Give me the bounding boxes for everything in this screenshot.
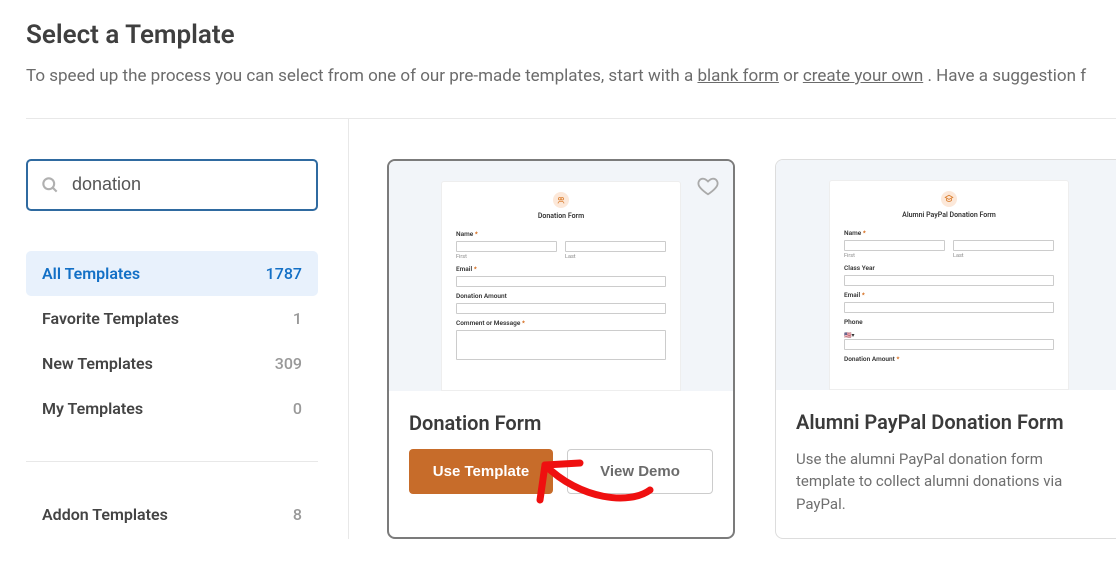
category-count: 1787 bbox=[266, 264, 302, 283]
subtitle-text: . Have a suggestion f bbox=[927, 66, 1086, 86]
preview-label: Phone bbox=[844, 318, 1054, 326]
search-field[interactable] bbox=[26, 159, 318, 211]
category-addon-templates[interactable]: Addon Templates 8 bbox=[26, 492, 318, 537]
category-label: My Templates bbox=[42, 399, 143, 418]
preview-label: Donation Amount bbox=[456, 292, 666, 300]
template-preview: Alumni PayPal Donation Form Name * First… bbox=[776, 160, 1116, 390]
category-new-templates[interactable]: New Templates 309 bbox=[26, 341, 318, 386]
form-logo-icon bbox=[456, 192, 666, 208]
preview-label: Class Year bbox=[844, 264, 1054, 272]
card-body: Alumni PayPal Donation Form Use the alum… bbox=[776, 390, 1116, 538]
sidebar: All Templates 1787 Favorite Templates 1 … bbox=[26, 119, 349, 539]
card-title: Donation Form bbox=[409, 411, 713, 435]
category-label: New Templates bbox=[42, 354, 153, 373]
page-subtitle: To speed up the process you can select f… bbox=[26, 64, 1116, 90]
page-title: Select a Template bbox=[26, 20, 1116, 50]
category-count: 0 bbox=[293, 399, 302, 418]
favorite-icon[interactable] bbox=[697, 175, 719, 197]
addon-list: Addon Templates 8 bbox=[26, 492, 318, 537]
category-label: Addon Templates bbox=[42, 505, 168, 524]
template-gallery: Donation Form Name * First Last bbox=[349, 119, 1116, 539]
main-panel: All Templates 1787 Favorite Templates 1 … bbox=[26, 118, 1116, 539]
preview-label: Comment or Message bbox=[456, 319, 520, 327]
form-preview-mock: Alumni PayPal Donation Form Name * First… bbox=[829, 180, 1069, 390]
category-favorite-templates[interactable]: Favorite Templates 1 bbox=[26, 296, 318, 341]
preview-sublabel: Last bbox=[565, 254, 666, 260]
search-input[interactable] bbox=[60, 174, 316, 195]
template-card-donation-form[interactable]: Donation Form Name * First Last bbox=[387, 159, 735, 539]
form-preview-mock: Donation Form Name * First Last bbox=[441, 181, 681, 391]
template-preview: Donation Form Name * First Last bbox=[389, 161, 733, 391]
category-all-templates[interactable]: All Templates 1787 bbox=[26, 251, 318, 296]
preview-label: Email bbox=[844, 291, 860, 299]
preview-title: Alumni PayPal Donation Form bbox=[844, 211, 1054, 219]
preview-label: Name bbox=[844, 229, 861, 237]
search-icon bbox=[40, 175, 60, 195]
preview-title: Donation Form bbox=[456, 212, 666, 220]
category-my-templates[interactable]: My Templates 0 bbox=[26, 386, 318, 431]
category-label: All Templates bbox=[42, 264, 140, 283]
card-description: Use the alumni PayPal donation form temp… bbox=[796, 448, 1102, 516]
category-count: 1 bbox=[293, 309, 302, 328]
category-count: 8 bbox=[293, 505, 302, 524]
category-list: All Templates 1787 Favorite Templates 1 … bbox=[26, 251, 318, 431]
form-logo-icon bbox=[844, 191, 1054, 207]
use-template-button[interactable]: Use Template bbox=[409, 449, 553, 494]
template-card-alumni-paypal[interactable]: Alumni PayPal Donation Form Name * First… bbox=[775, 159, 1116, 539]
preview-label: Donation Amount bbox=[844, 355, 895, 363]
subtitle-text: To speed up the process you can select f… bbox=[26, 66, 697, 86]
blank-form-link[interactable]: blank form bbox=[697, 66, 778, 86]
preview-sublabel: Last bbox=[953, 253, 1054, 259]
subtitle-text: or bbox=[783, 66, 803, 86]
view-demo-button[interactable]: View Demo bbox=[567, 449, 713, 494]
card-body: Donation Form Use Template View Demo bbox=[389, 391, 733, 537]
card-title: Alumni PayPal Donation Form bbox=[796, 410, 1102, 434]
flag-icon: 🇺🇸▾ bbox=[844, 332, 854, 339]
category-label: Favorite Templates bbox=[42, 309, 179, 328]
sidebar-divider bbox=[26, 461, 318, 462]
preview-sublabel: First bbox=[844, 253, 945, 259]
preview-label: Name bbox=[456, 230, 473, 238]
preview-label: Email bbox=[456, 265, 472, 273]
category-count: 309 bbox=[275, 354, 302, 373]
preview-sublabel: First bbox=[456, 254, 557, 260]
create-own-link[interactable]: create your own bbox=[803, 66, 923, 86]
